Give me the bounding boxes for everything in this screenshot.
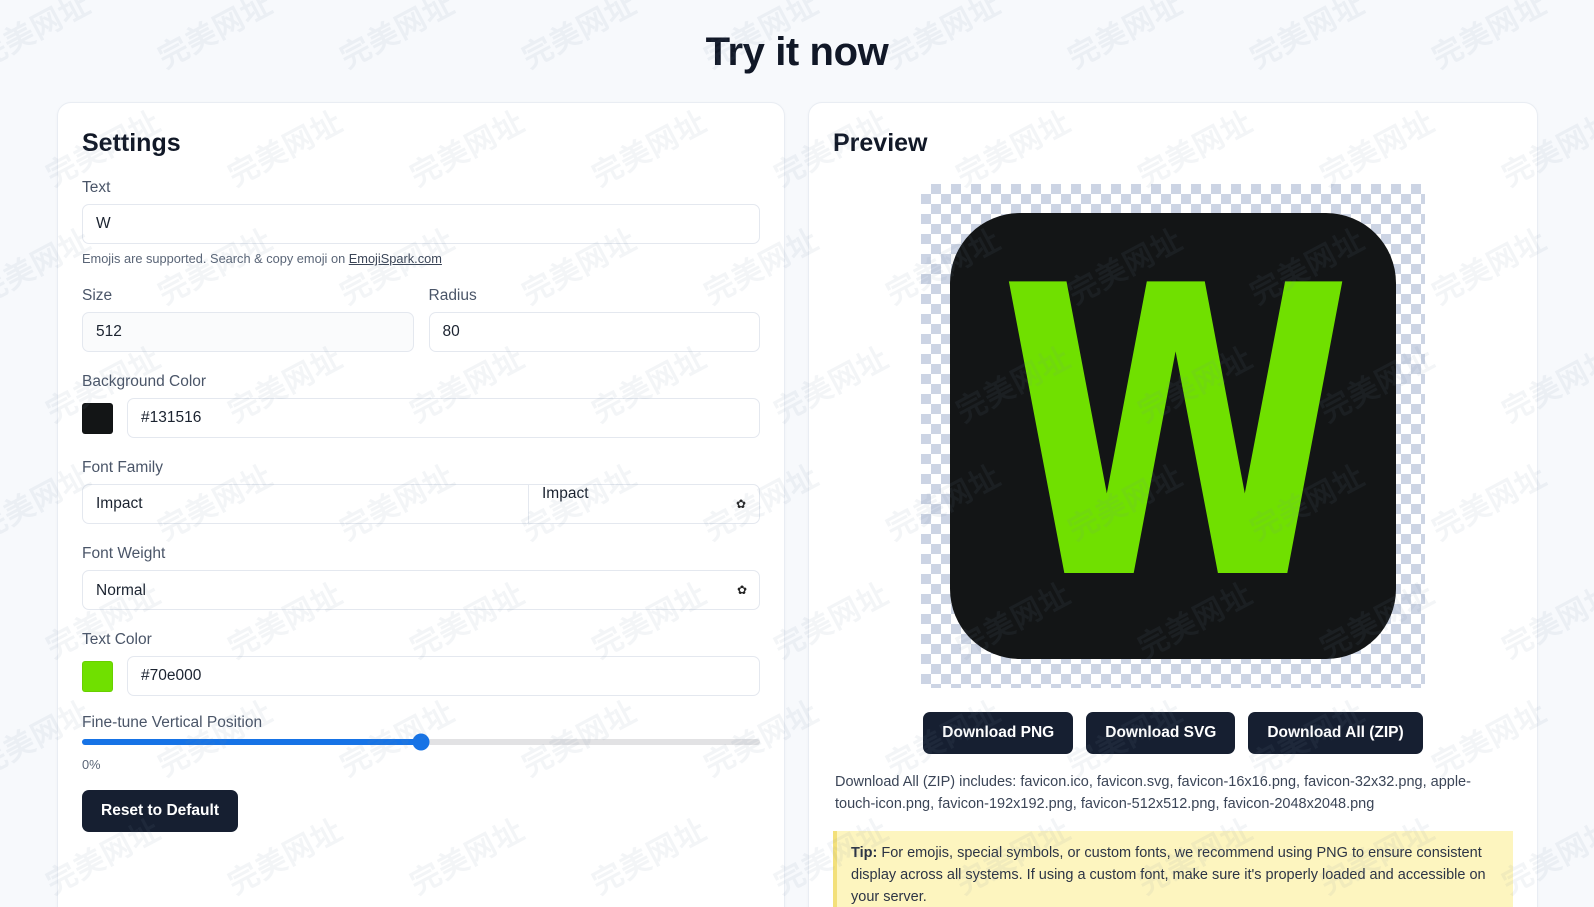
field-font-weight: Font Weight Normal ✿ <box>82 545 760 610</box>
zip-contents-note: Download All (ZIP) includes: favicon.ico… <box>835 774 1471 812</box>
text-color-label: Text Color <box>82 631 152 648</box>
font-family-select[interactable]: Impact <box>529 485 759 502</box>
slider-fill <box>82 739 421 745</box>
background-color-input[interactable] <box>127 398 760 438</box>
download-png-button[interactable]: Download PNG <box>923 712 1074 754</box>
field-text: Text Emojis are supported. Search & copy… <box>82 179 760 266</box>
field-background-color: Background Color <box>82 373 760 438</box>
favicon-glyph: W <box>999 213 1353 659</box>
preview-canvas: W <box>921 184 1425 688</box>
tip-body: For emojis, special symbols, or custom f… <box>851 844 1486 905</box>
emoji-helper-text: Emojis are supported. Search & copy emoj… <box>82 251 760 266</box>
size-label: Size <box>82 287 113 304</box>
emoji-helper-prefix: Emojis are supported. Search & copy emoj… <box>82 251 349 266</box>
font-family-input[interactable] <box>83 485 529 523</box>
download-buttons: Download PNG Download SVG Download All (… <box>833 712 1513 754</box>
text-label: Text <box>82 179 111 196</box>
app-page: Try it now Settings Text Emojis are supp… <box>0 0 1594 907</box>
download-svg-button[interactable]: Download SVG <box>1086 712 1236 754</box>
background-color-swatch[interactable] <box>82 402 113 434</box>
font-family-label: Font Family <box>82 459 163 476</box>
vertical-position-slider[interactable] <box>82 733 760 751</box>
field-size: Size <box>82 287 414 352</box>
download-zip-button[interactable]: Download All (ZIP) <box>1248 712 1423 754</box>
preview-title: Preview <box>833 129 928 157</box>
radius-input[interactable] <box>428 312 760 352</box>
font-weight-label: Font Weight <box>82 545 166 562</box>
font-weight-select[interactable]: Normal <box>82 570 760 610</box>
tip-label: Tip: <box>851 844 878 861</box>
preview-panel: Preview W Download PNG Download SVG Down… <box>808 102 1538 907</box>
page-header: Try it now <box>0 0 1594 98</box>
field-font-family: Font Family Impact ✿ <box>82 459 760 524</box>
text-input[interactable] <box>82 204 760 244</box>
text-color-swatch[interactable] <box>82 660 113 692</box>
size-input[interactable] <box>82 312 414 352</box>
radius-label: Radius <box>428 287 477 304</box>
field-text-color: Text Color <box>82 631 760 696</box>
background-color-label: Background Color <box>82 373 207 390</box>
field-size-radius: Size Radius <box>82 287 760 352</box>
field-radius: Radius <box>428 287 760 352</box>
tip-callout: Tip: For emojis, special symbols, or cus… <box>833 830 1513 907</box>
font-family-select-wrap: Impact ✿ <box>529 485 759 523</box>
settings-title: Settings <box>82 129 181 157</box>
text-color-input[interactable] <box>127 656 760 696</box>
favicon-preview: W <box>950 213 1396 659</box>
vertical-position-label: Fine-tune Vertical Position <box>82 714 263 731</box>
vertical-position-value: 0% <box>82 757 101 772</box>
slider-thumb[interactable] <box>412 733 430 751</box>
settings-panel: Settings Text Emojis are supported. Sear… <box>57 102 785 907</box>
emojispark-link[interactable]: EmojiSpark.com <box>349 251 442 266</box>
reset-to-default-button[interactable]: Reset to Default <box>82 790 238 832</box>
page-title: Try it now <box>705 30 889 74</box>
field-vertical-position: Fine-tune Vertical Position 0% <box>82 714 760 772</box>
